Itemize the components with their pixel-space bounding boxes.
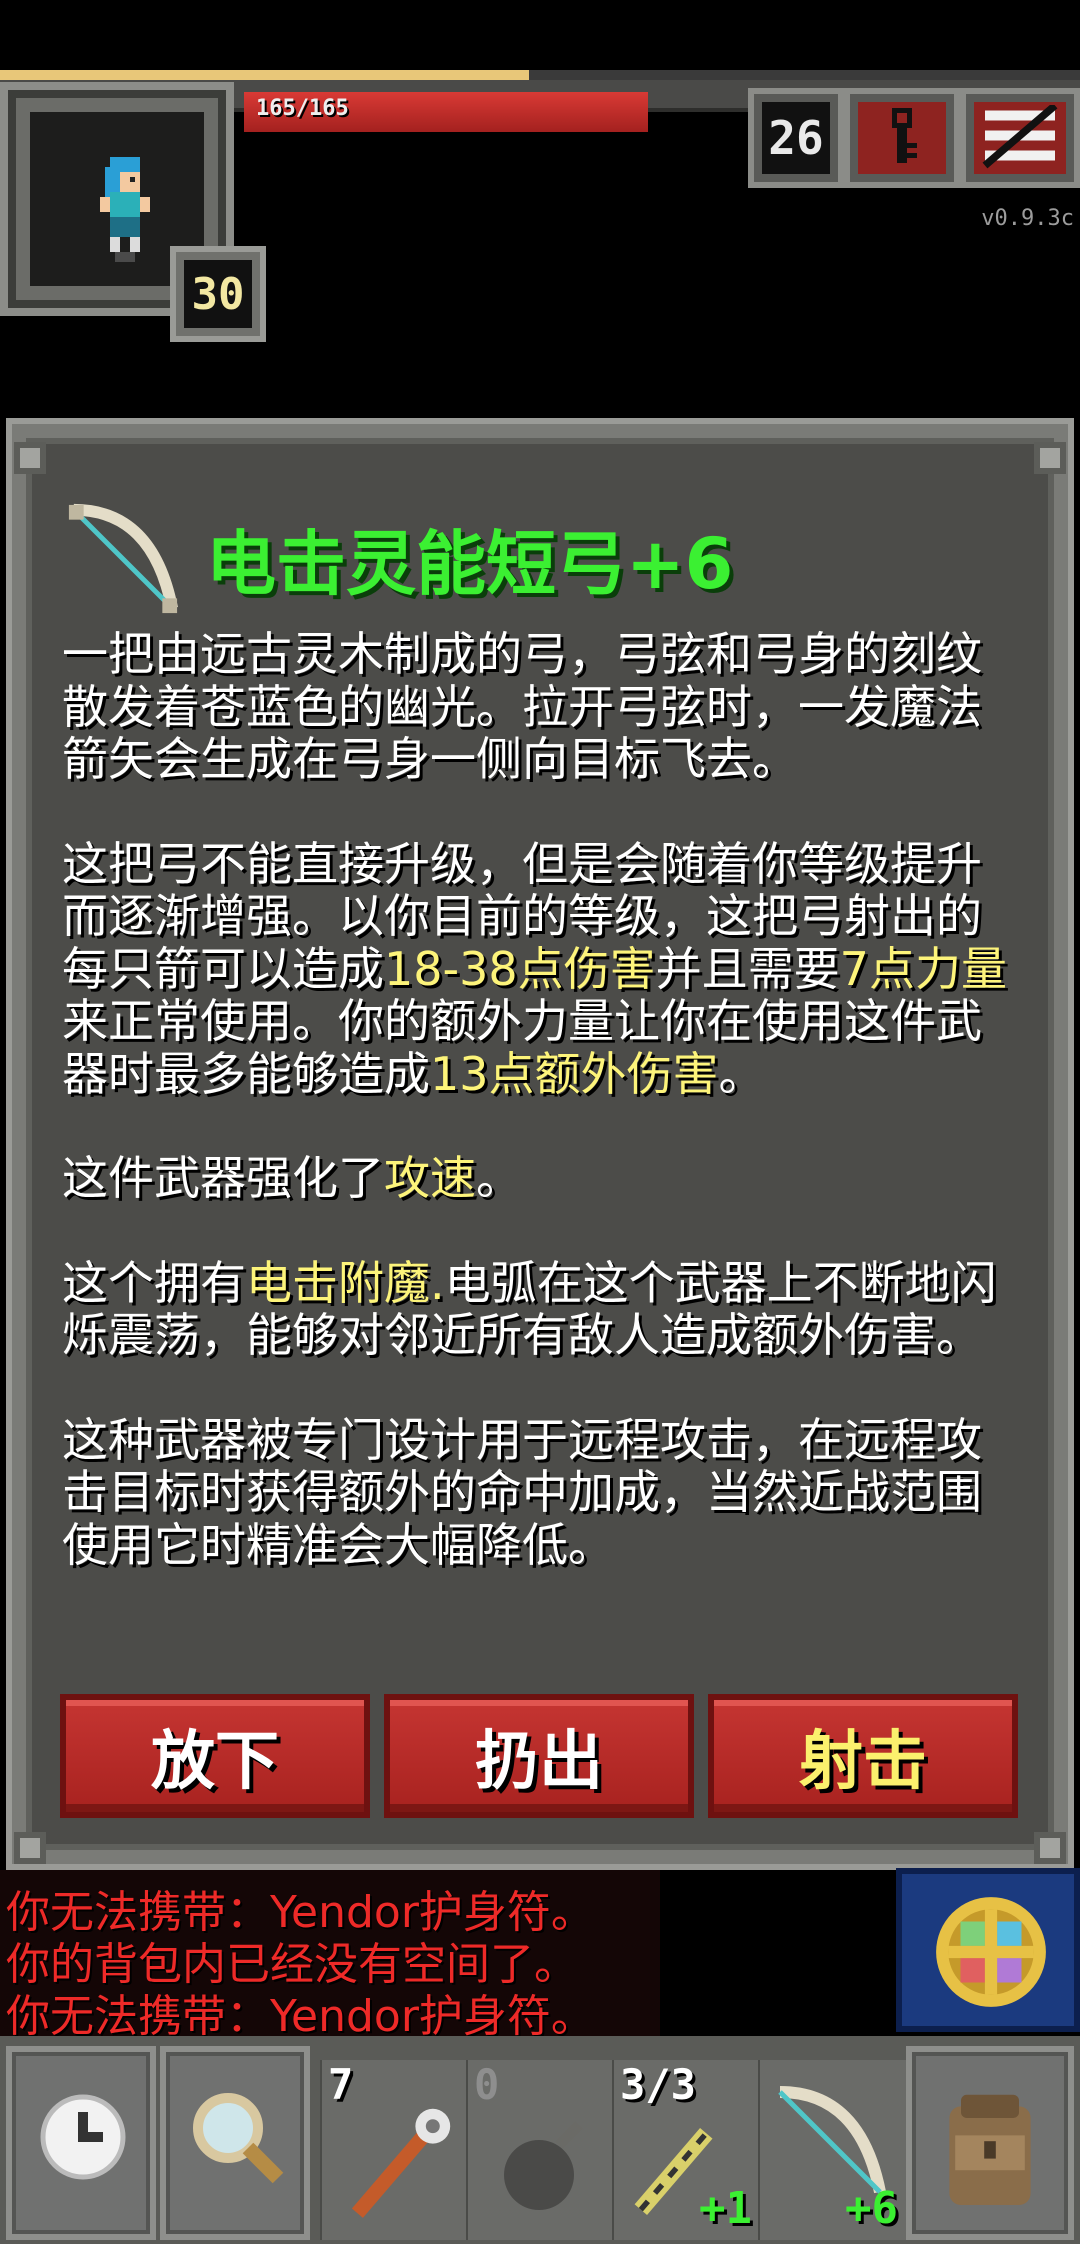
highlighted-term: 13点额外伤害	[430, 1046, 719, 1101]
description-text: 一把由远古灵木制成的弓，弓弦和弓身的刻纹散发着苍蓝色的幽光。拉开弓弦时，一发魔法…	[62, 627, 982, 786]
bow-icon	[68, 503, 178, 614]
dialog-corner	[1034, 1832, 1066, 1864]
hero-level-badge: 30	[170, 246, 266, 342]
highlighted-term: 18-38点伤害	[384, 941, 656, 996]
quickslot-4[interactable]: +6	[758, 2060, 906, 2240]
quickslot-2[interactable]: 0	[466, 2060, 614, 2240]
description-text: 这件武器强化了	[62, 1151, 384, 1205]
journal-button[interactable]	[844, 88, 960, 188]
staff-icon	[351, 2108, 451, 2218]
magnifier-icon	[193, 2093, 284, 2184]
throw-button[interactable]: 扔出	[384, 1694, 694, 1818]
description-text: 这个拥有	[62, 1255, 246, 1310]
description-paragraph: 一把由远古灵木制成的弓，弓弦和弓身的刻纹散发着苍蓝色的幽光。拉开弓弦时，一发魔法…	[62, 628, 1022, 786]
description-text: 。	[718, 1046, 765, 1101]
description-text: 。	[476, 1151, 522, 1205]
description-paragraph: 这件武器强化了攻速。	[62, 1152, 1022, 1205]
description-text: 这种武器被专门设计用于远程攻击，在远程攻击目标时获得额外的命中加成，当然近战范围…	[62, 1412, 982, 1572]
description-paragraph: 这把弓不能直接升级，但是会随着你等级提升而逐渐增强。以你目前的等级，这把弓射出的…	[62, 837, 1022, 1101]
description-paragraph: 这个拥有电击附魔.电弧在这个武器上不断地闪烁震荡，能够对邻近所有敌人造成额外伤害…	[62, 1255, 1022, 1362]
menu-icon	[982, 105, 1058, 169]
dialog-corner	[14, 1832, 46, 1864]
experience-bar	[0, 70, 1080, 80]
backpack-button[interactable]	[906, 2046, 1074, 2240]
highlighted-term: 电击附魔.	[246, 1255, 445, 1310]
amulet-button[interactable]	[896, 1868, 1080, 2032]
description-paragraph: 这种武器被专门设计用于远程攻击，在远程攻击目标时获得额外的命中加成，当然近战范围…	[62, 1412, 1022, 1572]
hero-level-value: 30	[184, 260, 252, 328]
log-line: 你无法携带：Yendor护身符。	[6, 1991, 595, 2042]
shoot-button[interactable]: 射击	[708, 1694, 1018, 1818]
description-text: 并且需要	[655, 941, 840, 996]
backpack-icon	[949, 2094, 1031, 2205]
depth-value: 26	[762, 102, 830, 174]
depth-indicator[interactable]: 26	[748, 88, 844, 188]
quickslot-upgrade: +1	[699, 2183, 752, 2234]
health-bar: 165/165	[244, 92, 648, 132]
wait-button[interactable]	[6, 2046, 156, 2240]
item-description: 一把由远古灵木制成的弓，弓弦和弓身的刻纹散发着苍蓝色的幽光。拉开弓弦时，一发魔法…	[62, 628, 1022, 1623]
experience-bar-fill	[0, 70, 530, 80]
quickslot-1[interactable]: 7	[320, 2060, 468, 2240]
amulet-of-yendor-icon	[936, 1897, 1046, 2007]
highlighted-term: 攻速	[384, 1151, 476, 1205]
dialog-corner	[14, 442, 46, 474]
menu-button[interactable]	[960, 88, 1080, 188]
dialog-corner	[1034, 442, 1066, 474]
search-button[interactable]	[160, 2046, 310, 2240]
quickslot-3[interactable]: 3/3 +1	[612, 2060, 760, 2240]
quickslot-charges: 3/3	[620, 2060, 696, 2109]
highlighted-term: 7点力量	[839, 941, 1007, 996]
quickslot-upgrade: +6	[845, 2183, 898, 2234]
drop-button[interactable]: 放下	[60, 1694, 370, 1818]
bomb-icon	[504, 2121, 583, 2210]
key-icon	[892, 108, 917, 163]
item-title: 电击灵能短弓+6	[206, 523, 734, 605]
hero-sprite-icon	[100, 157, 150, 262]
health-text: 165/165	[256, 96, 349, 121]
version-label: v0.9.3c	[981, 206, 1074, 231]
quickslot-count: 0	[474, 2060, 500, 2109]
clock-icon	[40, 2094, 126, 2180]
